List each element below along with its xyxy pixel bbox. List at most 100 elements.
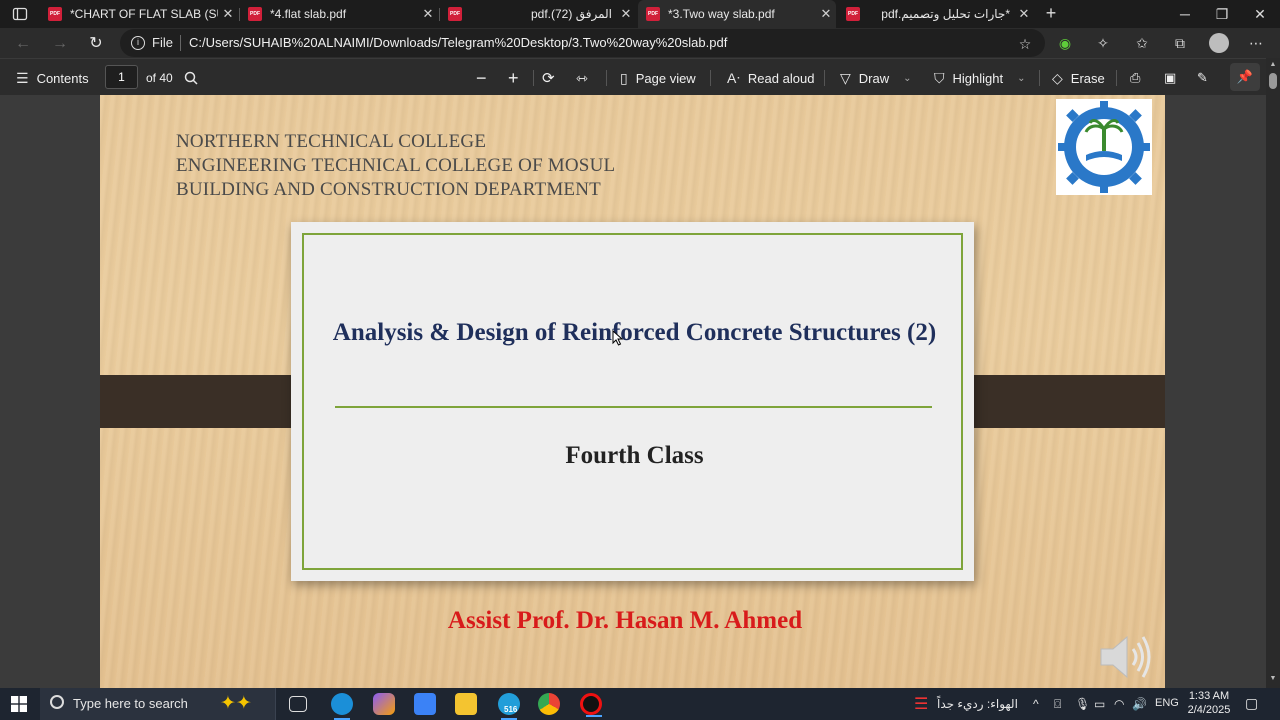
highlight-button[interactable]: ⛉ Highlight ⌄ [934, 68, 1025, 88]
mouse-cursor-icon [612, 330, 624, 346]
edge-browser-icon[interactable] [331, 693, 353, 720]
draw-button[interactable]: ▽ Draw ⌄ [840, 68, 912, 88]
eraser-icon: ◇ [1052, 69, 1063, 86]
fit-width-icon[interactable]: ⇿ [576, 68, 588, 88]
vertical-scrollbar[interactable]: ▲ ▼ [1266, 58, 1280, 688]
clock-date: 2/4/2025 [1187, 704, 1231, 716]
favorites-icon[interactable]: ✩ [1134, 35, 1150, 51]
chevron-down-icon[interactable]: ⌄ [1017, 73, 1025, 84]
draw-icon: ▽ [840, 69, 851, 86]
collections-icon[interactable]: ⧉ [1172, 35, 1188, 51]
toolbar-divider [710, 70, 711, 86]
zoom-in-icon[interactable]: + [508, 68, 519, 88]
restore-button[interactable]: ❐ [1207, 4, 1237, 24]
windows-start-icon[interactable] [11, 696, 27, 712]
pdf-icon: PDF [846, 7, 860, 21]
search-icon [50, 695, 64, 709]
tab-flat-slab[interactable]: PDF *4.flat slab.pdf ✕ [240, 0, 438, 28]
tab-actions-icon[interactable] [12, 6, 28, 22]
scroll-thumb[interactable] [1269, 73, 1277, 89]
pdf-icon: PDF [248, 7, 262, 21]
scroll-up-arrow-icon[interactable]: ▲ [1266, 61, 1280, 68]
page-view-button[interactable]: ▯ Page view [620, 68, 696, 88]
tab-analysis-design[interactable]: PDF pdf.جارات تحليل وتصميم* ✕ [838, 0, 1034, 28]
pdf-icon: PDF [48, 7, 62, 21]
page-total-label: of 40 [146, 71, 173, 85]
toolbar-divider [606, 70, 607, 86]
class-level: Fourth Class [565, 442, 704, 469]
close-icon[interactable]: ✕ [418, 6, 438, 22]
task-view-icon[interactable] [289, 696, 307, 712]
chrome-icon[interactable] [538, 693, 560, 715]
chevron-down-icon[interactable]: ⌄ [903, 73, 911, 84]
read-aloud-button[interactable]: A͏ᐧ Read aloud [727, 68, 814, 88]
close-window-button[interactable]: ✕ [1245, 4, 1275, 24]
forward-arrow-icon[interactable]: → [49, 33, 71, 55]
close-icon[interactable]: ✕ [1014, 6, 1034, 22]
save-icon[interactable]: ▣ [1164, 68, 1176, 88]
file-explorer-icon[interactable] [455, 693, 477, 715]
close-icon[interactable]: ✕ [218, 6, 238, 22]
url-divider [180, 35, 181, 51]
more-menu-icon[interactable]: ⋯ [1248, 35, 1264, 51]
search-icon[interactable] [184, 68, 198, 88]
highlight-icon: ⛉ [934, 69, 945, 86]
taskbar-search-box[interactable]: Type here to search ✦✦ [40, 688, 276, 720]
profile-avatar[interactable] [1209, 33, 1229, 53]
refresh-icon[interactable]: ↻ [85, 33, 107, 55]
input-language[interactable]: ENG [1155, 697, 1179, 709]
tab-attachment-72[interactable]: PDF pdf.(72) المرفق ✕ [440, 0, 636, 28]
show-hidden-icons-chevron-icon[interactable]: ^ [1033, 697, 1039, 711]
course-title: Analysis & Design of Reinforced Concrete… [332, 319, 937, 346]
zoom-out-icon[interactable]: − [476, 68, 487, 88]
battery-icon[interactable]: ▭ [1094, 697, 1105, 711]
extension-icon[interactable]: ◉ [1057, 35, 1073, 51]
tab-two-way-slab[interactable]: PDF *3.Two way slab.pdf ✕ [638, 0, 836, 28]
save-as-icon[interactable]: ✎ [1197, 68, 1208, 88]
pin-toolbar-icon[interactable]: 📌 [1230, 63, 1260, 91]
page-number-input[interactable]: 1 [105, 65, 138, 89]
rotate-icon[interactable]: ⟳ [542, 68, 555, 88]
tab-title: *4.flat slab.pdf [270, 7, 347, 21]
close-icon[interactable]: ✕ [616, 6, 636, 22]
weather-status[interactable]: الهواء: رديء جداً [937, 697, 1018, 711]
address-field[interactable]: i File C:/Users/SUHAIB%20ALNAIMI/Downloa… [120, 29, 1045, 57]
audio-speaker-icon[interactable] [1097, 631, 1153, 683]
screen-recorder-icon[interactable] [580, 693, 602, 717]
minimize-button[interactable]: ─ [1170, 4, 1200, 24]
college-logo [1056, 99, 1152, 195]
tab-chart-flat-slab[interactable]: PDF *CHART OF FLAT SLAB (SUHAIB ✕ [40, 0, 238, 28]
tab-title: *CHART OF FLAT SLAB (SUHAIB [70, 7, 218, 21]
erase-button[interactable]: ◇ Erase [1052, 68, 1105, 88]
new-tab-button[interactable]: + [1041, 3, 1061, 23]
telegram-icon[interactable]: 516 [498, 693, 520, 720]
erase-label: Erase [1070, 70, 1105, 86]
author-name: Assist Prof. Dr. Hasan M. Ahmed [447, 607, 803, 634]
volume-icon[interactable]: 🔊 [1132, 697, 1147, 711]
contents-button[interactable]: ☰ Contents [16, 68, 89, 88]
notification-center-icon[interactable]: ▢ [1245, 695, 1258, 712]
url-text[interactable]: C:/Users/SUHAIB%20ALNAIMI/Downloads/Tele… [189, 35, 727, 50]
toolbar-divider [1039, 70, 1040, 86]
page-view-label: Page view [635, 70, 696, 86]
scroll-down-arrow-icon[interactable]: ▼ [1266, 675, 1280, 682]
file-scheme-label: File [152, 35, 173, 50]
wifi-icon[interactable]: ◠ [1114, 697, 1124, 711]
info-icon[interactable]: i [131, 36, 145, 50]
copilot-app-icon[interactable] [373, 693, 395, 715]
meet-now-icon[interactable]: ⌼ [1054, 697, 1061, 712]
close-icon[interactable]: ✕ [816, 6, 836, 22]
address-bar-row: ← → ↻ i File C:/Users/SUHAIB%20ALNAIMI/D… [0, 28, 1280, 58]
print-icon[interactable]: ⎙ [1130, 68, 1140, 88]
list-icon: ☰ [16, 69, 29, 86]
air-quality-icon[interactable]: ☰ [914, 694, 928, 714]
microphone-icon[interactable]: 🎙 [1075, 697, 1090, 711]
system-clock[interactable]: 1:33 AM 2/4/2025 [1183, 689, 1235, 717]
copilot-sparkle-icon[interactable]: ✦✦ [220, 692, 252, 715]
extensions-puzzle-icon[interactable]: ✧ [1095, 35, 1111, 51]
add-favorite-icon[interactable]: ☆ [1017, 36, 1033, 52]
toolbar-divider [533, 70, 534, 86]
pdf-viewport[interactable]: NORTHERN TECHNICAL COLLEGE ENGINEERING T… [0, 95, 1266, 688]
back-arrow-icon[interactable]: ← [12, 33, 34, 55]
microsoft-store-icon[interactable] [414, 693, 436, 715]
